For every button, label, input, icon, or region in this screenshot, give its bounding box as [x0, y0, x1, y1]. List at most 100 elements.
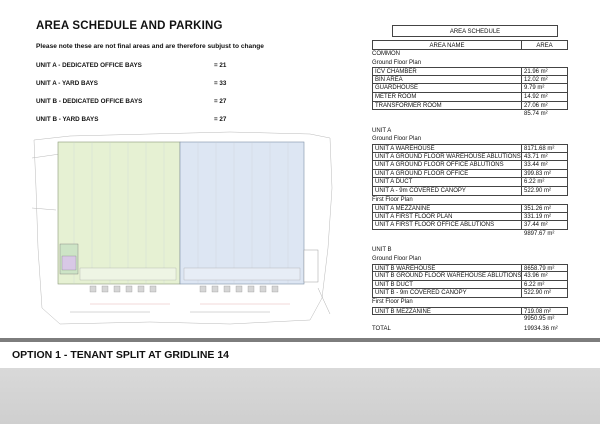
floor-heading: Ground Floor Plan [372, 59, 422, 66]
group-common: COMMON Ground Floor Plan ICV CHAMBER 21.9… [372, 50, 578, 119]
table-row: UNIT A GROUND FLOOR OFFICE 399.83 m² [372, 169, 578, 179]
row-area-name: UNIT A GROUND FLOOR OFFICE ABLUTIONS [372, 161, 522, 170]
row-area-value: 719.08 m² [522, 306, 568, 316]
table-row: UNIT A - 9m COVERED CANOPY 522.90 m² [372, 186, 578, 196]
parking-label: UNIT A - DEDICATED OFFICE BAYS [36, 62, 142, 69]
row-area-value: 8658.79 m² [522, 263, 568, 273]
row-area-value: 399.83 m² [522, 169, 568, 179]
table-row: UNIT B GROUND FLOOR WAREHOUSE ABLUTIONS 4… [372, 272, 578, 281]
table-row: UNIT A WAREHOUSE 8171.68 m² [372, 143, 578, 153]
option-title: OPTION 1 - TENANT SPLIT AT GRIDLINE 14 [12, 349, 230, 361]
row-area-value: 27.06 m² [522, 101, 568, 111]
row-list: UNIT A WAREHOUSE 8171.68 m² UNIT A GROUND … [372, 143, 578, 196]
row-area-name: UNIT A - 9m COVERED CANOPY [372, 186, 522, 196]
row-area-name: UNIT B MEZZANINE [372, 306, 522, 316]
parking-label: UNIT B - YARD BAYS [36, 116, 99, 123]
row-area-name: UNIT A GROUND FLOOR OFFICE [372, 169, 522, 179]
parking-label: UNIT A - YARD BAYS [36, 80, 98, 87]
grand-total-value: 19934.36 m² [524, 325, 558, 332]
row-area-value: 522.90 m² [522, 289, 568, 299]
row-area-name: UNIT A MEZZANINE [372, 204, 522, 213]
row-area-value: 6.22 m² [522, 178, 568, 187]
floor-heading: First Floor Plan [372, 196, 413, 203]
row-area-value: 6.22 m² [522, 280, 568, 290]
floor-heading: First Floor Plan [372, 299, 413, 306]
group-total-value: 9950.95 m² [524, 316, 555, 323]
table-row: UNIT B DUCT 6.22 m² [372, 280, 578, 290]
parking-value: = 21 [214, 62, 227, 69]
parking-label: UNIT B - DEDICATED OFFICE BAYS [36, 98, 143, 105]
table-row: UNIT B - 9m COVERED CANOPY 522.90 m² [372, 289, 578, 299]
parking-row: UNIT A - DEDICATED OFFICE BAYS = 21 [36, 60, 276, 78]
bottom-panel [0, 368, 600, 424]
row-area-name: UNIT A DUCT [372, 178, 522, 187]
floor-heading: Ground Floor Plan [372, 256, 422, 263]
unit-b-footprint [179, 141, 305, 285]
parking-value: = 27 [214, 116, 227, 123]
col-header-area: AREA [522, 40, 568, 50]
parking-list: UNIT A - DEDICATED OFFICE BAYS = 21 UNIT … [36, 60, 276, 132]
table-row: UNIT A GROUND FLOOR OFFICE ABLUTIONS 33.4… [372, 161, 578, 170]
row-area-value: 14.92 m² [522, 92, 568, 102]
row-area-name: TRANSFORMER ROOM [372, 101, 522, 111]
table-row: UNIT B MEZZANINE 719.08 m² [372, 306, 578, 316]
parking-value: = 27 [214, 98, 227, 105]
row-area-value: 331.19 m² [522, 212, 568, 222]
table-row: ICV CHAMBER 21.96 m² [372, 67, 578, 76]
row-area-value: 21.96 m² [522, 67, 568, 76]
row-area-value: 43.96 m² [522, 272, 568, 281]
table-row: GUARDHOUSE 9.79 m² [372, 84, 578, 93]
table-row: UNIT A DUCT 6.22 m² [372, 178, 578, 187]
area-schedule: AREA SCHEDULE AREA NAME AREA COMMON Grou… [372, 25, 578, 334]
schedule-title: AREA SCHEDULE [392, 25, 558, 37]
group-total: 85.74 m² [372, 110, 578, 119]
row-area-name: UNIT A FIRST FLOOR OFFICE ABLUTIONS [372, 221, 522, 230]
schedule-header-row: AREA NAME AREA [372, 40, 578, 50]
row-area-name: METER ROOM [372, 92, 522, 102]
parking-value: = 33 [214, 80, 227, 87]
group-unit-b: UNIT B Ground Floor Plan UNIT B WAREHOUS… [372, 246, 578, 323]
row-list: UNIT B MEZZANINE 719.08 m² [372, 306, 578, 316]
parking-row: UNIT A - YARD BAYS = 33 [36, 78, 276, 96]
row-area-name: BIN AREA [372, 75, 522, 85]
group-heading: UNIT A [372, 127, 392, 134]
grand-total-label: TOTAL [372, 325, 391, 332]
row-list: UNIT A MEZZANINE 351.26 m² UNIT A FIRST FL… [372, 204, 578, 230]
row-list: ICV CHAMBER 21.96 m² BIN AREA 12.02 m² GUARD… [372, 67, 578, 111]
table-row: TRANSFORMER ROOM 27.06 m² [372, 101, 578, 111]
group-total: 9950.95 m² [372, 315, 578, 324]
parking-row: UNIT B - DEDICATED OFFICE BAYS = 27 [36, 96, 276, 114]
table-row: UNIT A MEZZANINE 351.26 m² [372, 204, 578, 213]
col-header-name: AREA NAME [372, 40, 522, 50]
table-row: BIN AREA 12.02 m² [372, 75, 578, 85]
row-area-value: 9.79 m² [522, 84, 568, 93]
group-unit-a: UNIT A Ground Floor Plan UNIT A WAREHOUS… [372, 127, 578, 239]
row-area-value: 43.71 m² [522, 152, 568, 162]
row-area-name: UNIT B - 9m COVERED CANOPY [372, 289, 522, 299]
group-total-value: 9897.67 m² [524, 230, 555, 237]
row-area-name: UNIT A GROUND FLOOR WAREHOUSE ABLUTIONS [372, 152, 522, 162]
table-row: UNIT A FIRST FLOOR PLAN 331.19 m² [372, 212, 578, 222]
group-heading: UNIT B [372, 247, 392, 254]
row-area-name: UNIT B WAREHOUSE [372, 263, 522, 273]
grand-total-row: TOTAL 19934.36 m² [372, 325, 578, 334]
table-row: UNIT B WAREHOUSE 8658.79 m² [372, 263, 578, 273]
row-area-value: 351.26 m² [522, 204, 568, 213]
row-list: UNIT B WAREHOUSE 8658.79 m² UNIT B GROUND … [372, 263, 578, 299]
row-area-name: ICV CHAMBER [372, 67, 522, 76]
row-area-name: UNIT A WAREHOUSE [372, 143, 522, 153]
table-row: METER ROOM 14.92 m² [372, 92, 578, 102]
group-heading: COMMON [372, 51, 400, 57]
table-row: UNIT A GROUND FLOOR WAREHOUSE ABLUTIONS 4… [372, 152, 578, 162]
row-area-name: GUARDHOUSE [372, 84, 522, 93]
row-area-value: 37.44 m² [522, 221, 568, 230]
disclaimer-note: Please note these are not final areas an… [36, 43, 264, 50]
group-total-value: 85.74 m² [524, 111, 548, 118]
table-row: UNIT A FIRST FLOOR OFFICE ABLUTIONS 37.44… [372, 221, 578, 230]
floor-heading: Ground Floor Plan [372, 136, 422, 143]
row-area-value: 12.02 m² [522, 75, 568, 85]
row-area-name: UNIT A FIRST FLOOR PLAN [372, 212, 522, 222]
row-area-value: 33.44 m² [522, 161, 568, 170]
group-total: 9897.67 m² [372, 230, 578, 239]
row-area-value: 522.90 m² [522, 186, 568, 196]
